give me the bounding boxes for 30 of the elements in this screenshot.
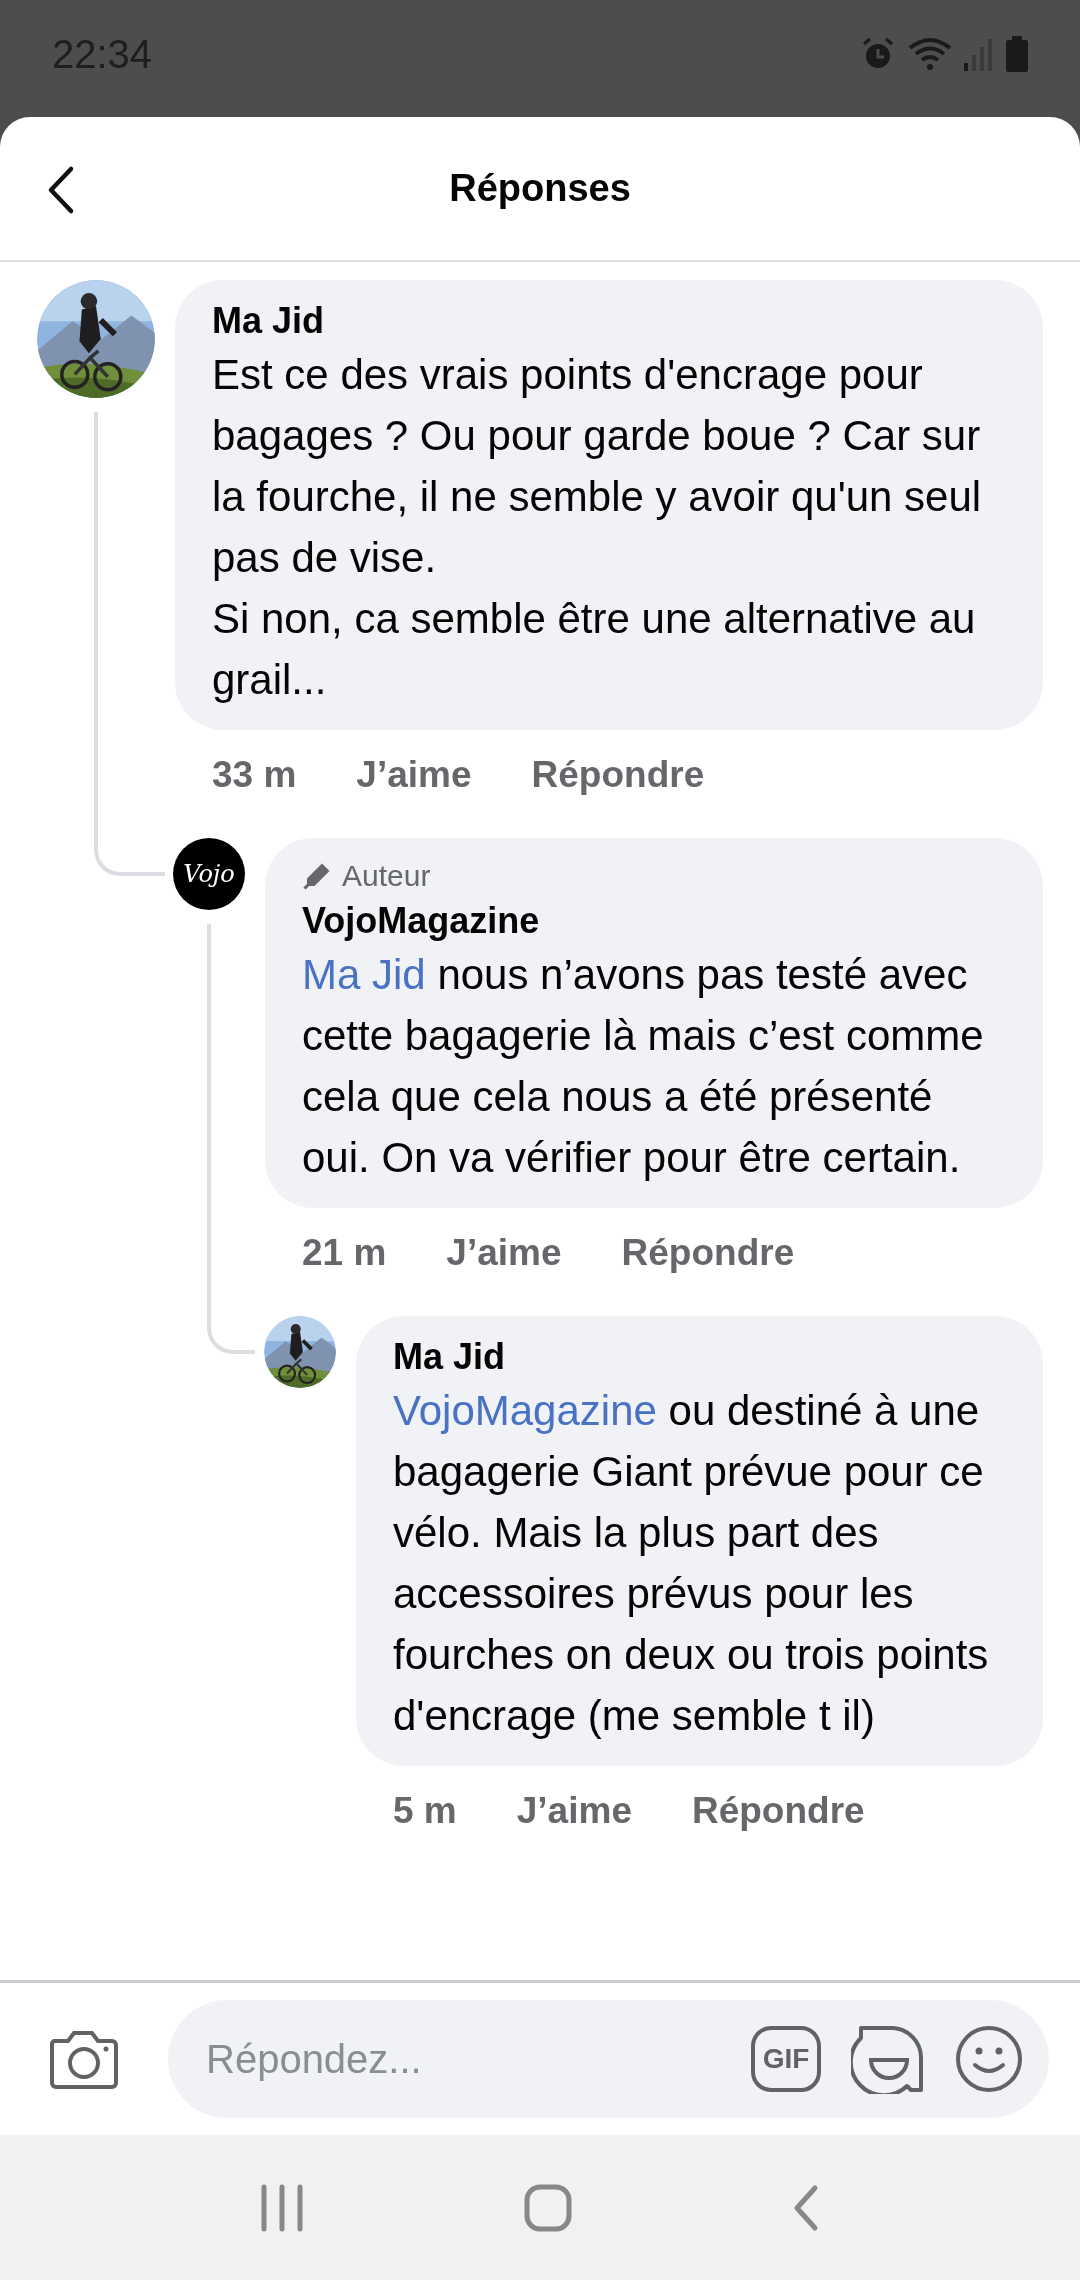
- comment-text: VojoMagazine ou destiné à une bagagerie Giant prévue pour ce vélo. Mais la plus part des accessoires prévus pour les fourches on deux ou trois points d'encrage (me semble t il): [393, 1386, 990, 1741]
- recent-apps-button[interactable]: [259, 2182, 305, 2233]
- signal-icon: [964, 36, 994, 71]
- reply-button[interactable]: Répondre: [691, 1783, 865, 1839]
- like-button[interactable]: J’aime: [516, 1783, 632, 1839]
- comment-time: 5 m: [393, 1789, 457, 1834]
- comment-text: Est ce des vrais points d'encrage pour bagages ? Ou pour garde boue ? Car sur la fourche, il ne semble y avoir qu'un seul pas de vise. Si non, ca semble être une alternative au grail...: [212, 350, 983, 705]
- page-title: Réponses: [449, 166, 631, 211]
- comment-text: Ma Jid nous n’avons pas testé avec cette bagagerie là mais c’est comme cela que cela nous a été présenté oui. On va vérifier pour être certain.: [302, 950, 985, 1183]
- comment-time: 33 m: [212, 753, 297, 798]
- author-name[interactable]: Ma Jid: [393, 1334, 1006, 1380]
- reply-button[interactable]: Répondre: [621, 1225, 795, 1281]
- author-name[interactable]: VojoMagazine: [302, 898, 1006, 944]
- gif-button[interactable]: GIF: [751, 2026, 821, 2092]
- author-name[interactable]: Ma Jid: [212, 298, 1006, 344]
- sticker-button[interactable]: [851, 2024, 925, 2094]
- author-label: Auteur: [342, 858, 431, 894]
- battery-icon: [1006, 35, 1028, 72]
- reply-field[interactable]: Répondez... GIF: [168, 2000, 1049, 2118]
- comment-time: 21 m: [302, 1231, 387, 1276]
- like-button[interactable]: J’aime: [446, 1225, 562, 1281]
- mention-link[interactable]: Ma Jid: [302, 951, 426, 998]
- mention-link[interactable]: VojoMagazine: [393, 1387, 657, 1434]
- logo-text: Vojo: [183, 862, 235, 886]
- like-button[interactable]: J’aime: [356, 747, 472, 803]
- home-button[interactable]: [523, 2182, 573, 2233]
- emoji-button[interactable]: [955, 2025, 1023, 2093]
- pen-icon: [302, 861, 332, 891]
- wifi-icon: [908, 35, 952, 72]
- reply-button[interactable]: Répondre: [531, 747, 705, 803]
